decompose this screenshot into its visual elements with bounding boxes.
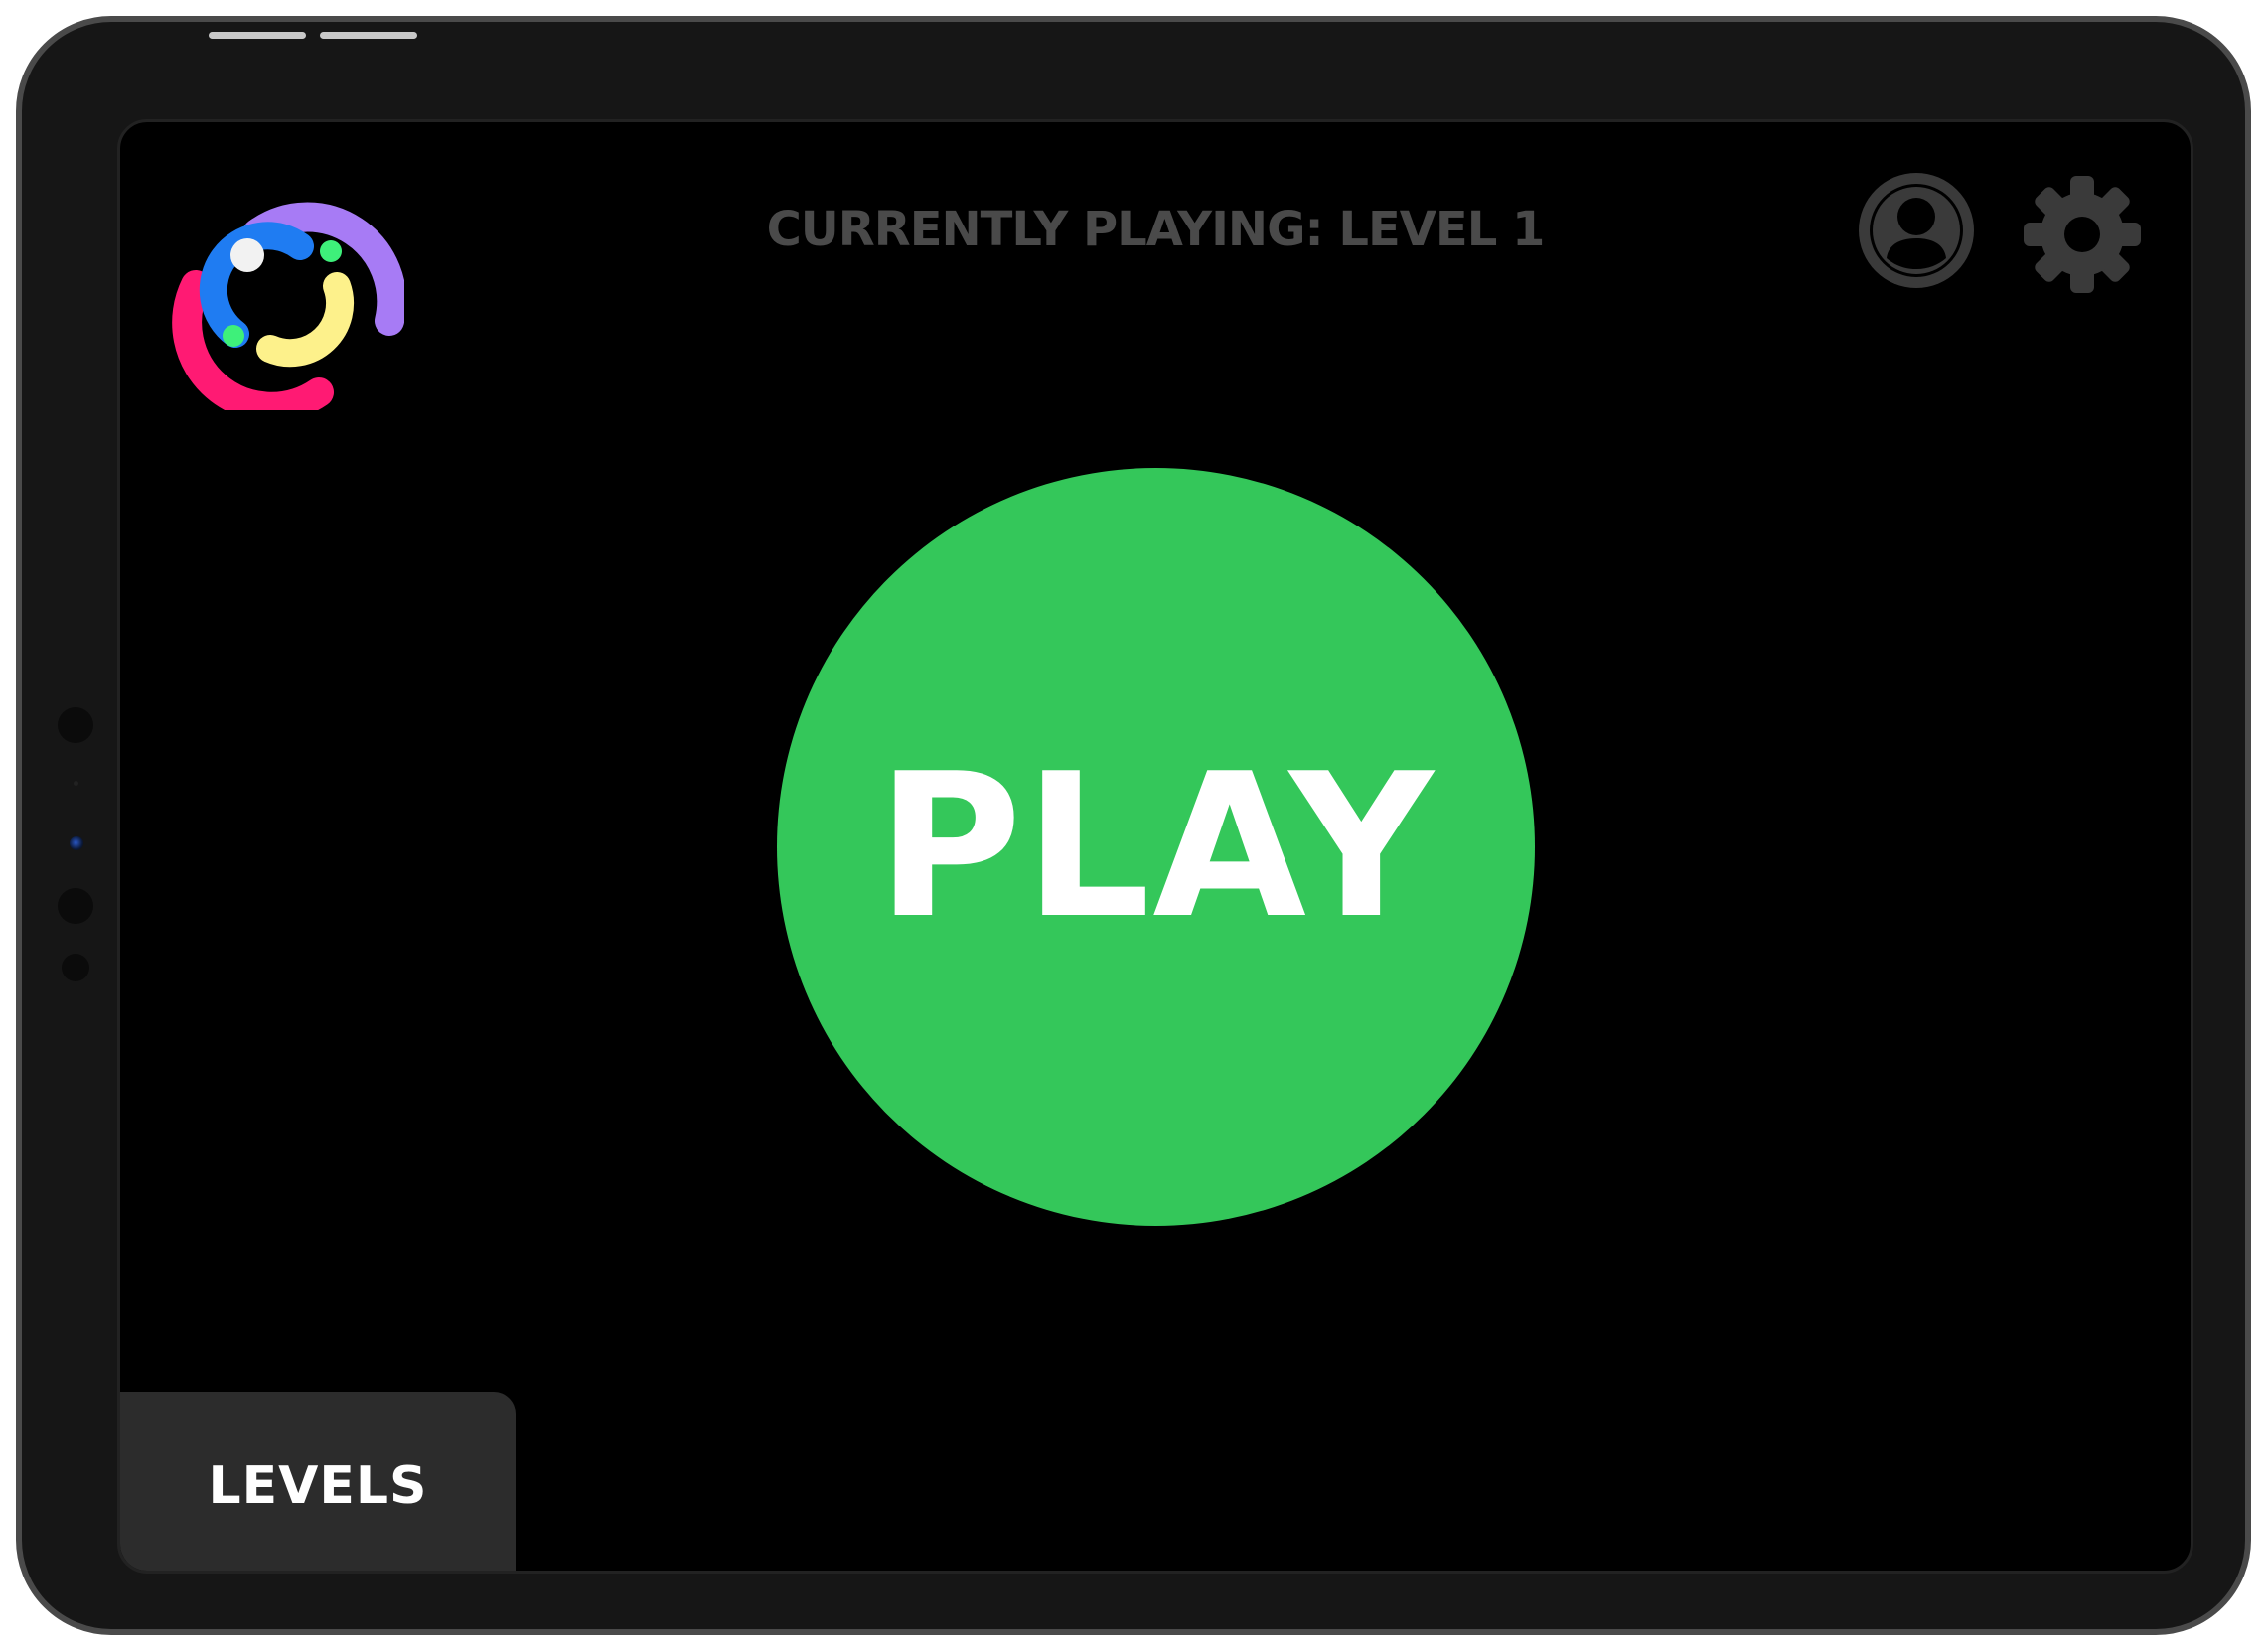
play-button[interactable]: PLAY [777,468,1535,1226]
tablet-frame: CURRENTLY PLAYING: LEVEL 1 PLAY LEVELS [16,16,2251,1635]
side-sensor [58,707,93,743]
power-button [320,32,417,39]
levels-button-label: LEVELS [208,1456,428,1516]
gear-icon[interactable] [2024,176,2141,293]
side-sensor [62,954,89,981]
game-screen: CURRENTLY PLAYING: LEVEL 1 PLAY LEVELS [117,119,2193,1574]
volume-button [209,32,306,39]
play-button-label: PLAY [876,730,1436,963]
side-sensor [58,888,93,924]
front-camera [70,836,83,850]
levels-button[interactable]: LEVELS [120,1392,516,1571]
side-sensor [74,781,78,786]
profile-icon[interactable] [1859,173,1974,288]
